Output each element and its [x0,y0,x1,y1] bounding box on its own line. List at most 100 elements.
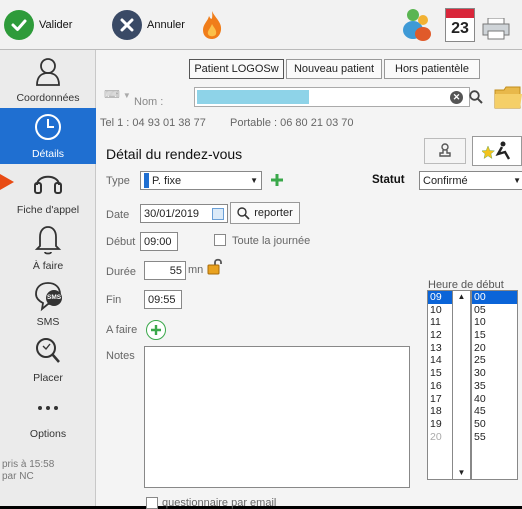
sidebar-footer: pris à 15:58 par NC [2,459,55,482]
search-label: Nom : [134,96,164,108]
flame-icon[interactable] [200,9,224,41]
sidebar-item-options[interactable]: Options [0,388,96,444]
allday-checkbox[interactable] [214,234,226,246]
sidebar-item-label: SMS [36,316,60,328]
minute-list[interactable]: 00 05 10 15 20 25 30 35 40 45 50 55 [471,290,518,480]
status-label: Statut [372,174,405,186]
questionnaire-checkbox[interactable] [146,497,158,509]
questionnaire-label: questionnaire par email [162,497,277,509]
arrival-button[interactable] [472,136,522,166]
end-time-field[interactable]: 09:55 [144,290,182,309]
tab-nouveau-patient[interactable]: Nouveau patient [286,59,382,79]
hour-option[interactable]: 18 [428,405,452,418]
duration-unit: mn [188,264,204,276]
sidebar-item-label: Placer [33,372,63,384]
stamp-button[interactable] [424,138,466,164]
filter-dropdown[interactable]: ⌨ ▼ [104,88,131,104]
type-select[interactable]: P. fixe ▼ [140,171,262,190]
pointer-arrow [0,174,14,190]
hour-option[interactable]: 20 [428,431,452,444]
minute-option[interactable]: 20 [472,342,517,355]
sidebar-item-fiche-appel[interactable]: Fiche d'appel [0,164,96,220]
scroll-down-icon: ▼ [457,468,466,477]
person-icon [36,58,60,86]
sidebar-item-label: Fiche d'appel [16,204,80,216]
plus-icon [151,325,161,335]
mobile-text: Portable : 06 80 21 03 70 [230,117,354,129]
end-label: Fin [106,294,122,306]
magnifier-icon[interactable] [469,90,483,104]
date-field[interactable]: 30/01/2019 [140,204,228,223]
sms-icon: SMS [32,280,64,312]
minute-option[interactable]: 45 [472,405,517,418]
cancel-button[interactable]: Annuler [112,9,185,41]
notes-textarea[interactable] [144,346,410,488]
minute-option[interactable]: 05 [472,304,517,317]
date-label: Date [106,209,130,221]
clear-search-icon[interactable]: ✕ [450,91,463,104]
notes-label: Notes [106,350,135,362]
status-select[interactable]: Confirmé ▼ [419,171,522,190]
minute-option[interactable]: 50 [472,418,517,431]
minute-option[interactable]: 55 [472,431,517,444]
minute-option[interactable]: 00 [472,291,517,304]
close-icon [112,10,142,40]
check-icon [4,10,34,40]
chevron-down-icon: ▼ [122,91,131,100]
star-person-icon [482,141,511,160]
more-icon [38,406,58,410]
sidebar: Coordonnées Détails Fiche d'appel À fair… [0,50,96,506]
hour-option[interactable]: 14 [428,354,452,367]
top-toolbar: Valider Annuler 23 [0,0,522,50]
report-button[interactable]: reporter [230,202,300,224]
validate-button[interactable]: Valider [4,9,72,41]
minute-option[interactable]: 15 [472,329,517,342]
search-icon [36,338,60,363]
hour-option[interactable]: 13 [428,342,452,355]
hour-option[interactable]: 16 [428,380,452,393]
hour-option[interactable]: 17 [428,393,452,406]
contacts-icon[interactable] [402,6,432,42]
headset-icon [34,175,62,194]
start-time-field[interactable]: 09:00 [140,232,178,251]
minute-option[interactable]: 35 [472,380,517,393]
folder-icon[interactable] [494,84,522,110]
sidebar-item-sms[interactable]: SMS SMS [0,276,96,332]
chevron-down-icon: ▼ [250,176,258,185]
sidebar-item-coordonnees[interactable]: Coordonnées [0,52,96,108]
printer-icon[interactable] [482,17,512,40]
lock-icon[interactable] [206,257,224,275]
bell-icon [34,226,62,255]
tab-patient-logosw[interactable]: Patient LOGOSw [189,59,284,79]
hour-option[interactable]: 09 [428,291,452,304]
add-type-icon[interactable] [270,173,284,187]
duration-field[interactable]: 55 [144,261,186,280]
hour-option[interactable]: 10 [428,304,452,317]
page-title: Détail du rendez-vous [106,146,243,162]
minute-option[interactable]: 30 [472,367,517,380]
clock-icon [35,114,61,140]
search-value [197,90,309,104]
phone-text: Tel 1 : 04 93 01 38 77 [100,117,206,129]
type-label: Type [106,175,130,187]
hour-scrollbar[interactable]: ▲ ▼ [452,291,470,479]
sidebar-item-placer[interactable]: Placer [0,332,96,388]
hour-list[interactable]: ▲ ▼ 09 10 11 12 13 14 15 16 17 18 19 20 [427,290,471,480]
minute-option[interactable]: 40 [472,393,517,406]
sidebar-item-label: Détails [31,148,65,160]
search-field[interactable] [194,87,470,107]
sidebar-item-details[interactable]: Détails [0,108,96,164]
hour-option[interactable]: 11 [428,316,452,329]
minute-option[interactable]: 25 [472,354,517,367]
hour-option[interactable]: 19 [428,418,452,431]
sidebar-item-label: À faire [32,260,64,272]
calendar-icon[interactable]: 23 [445,8,475,42]
cancel-label: Annuler [147,19,185,31]
add-todo-button[interactable] [146,320,166,340]
tab-hors-patientele[interactable]: Hors patientèle [384,59,480,79]
hour-option[interactable]: 15 [428,367,452,380]
hour-option[interactable]: 12 [428,329,452,342]
minute-option[interactable]: 10 [472,316,517,329]
sidebar-item-a-faire[interactable]: À faire [0,220,96,276]
sidebar-item-label: Options [29,428,67,440]
